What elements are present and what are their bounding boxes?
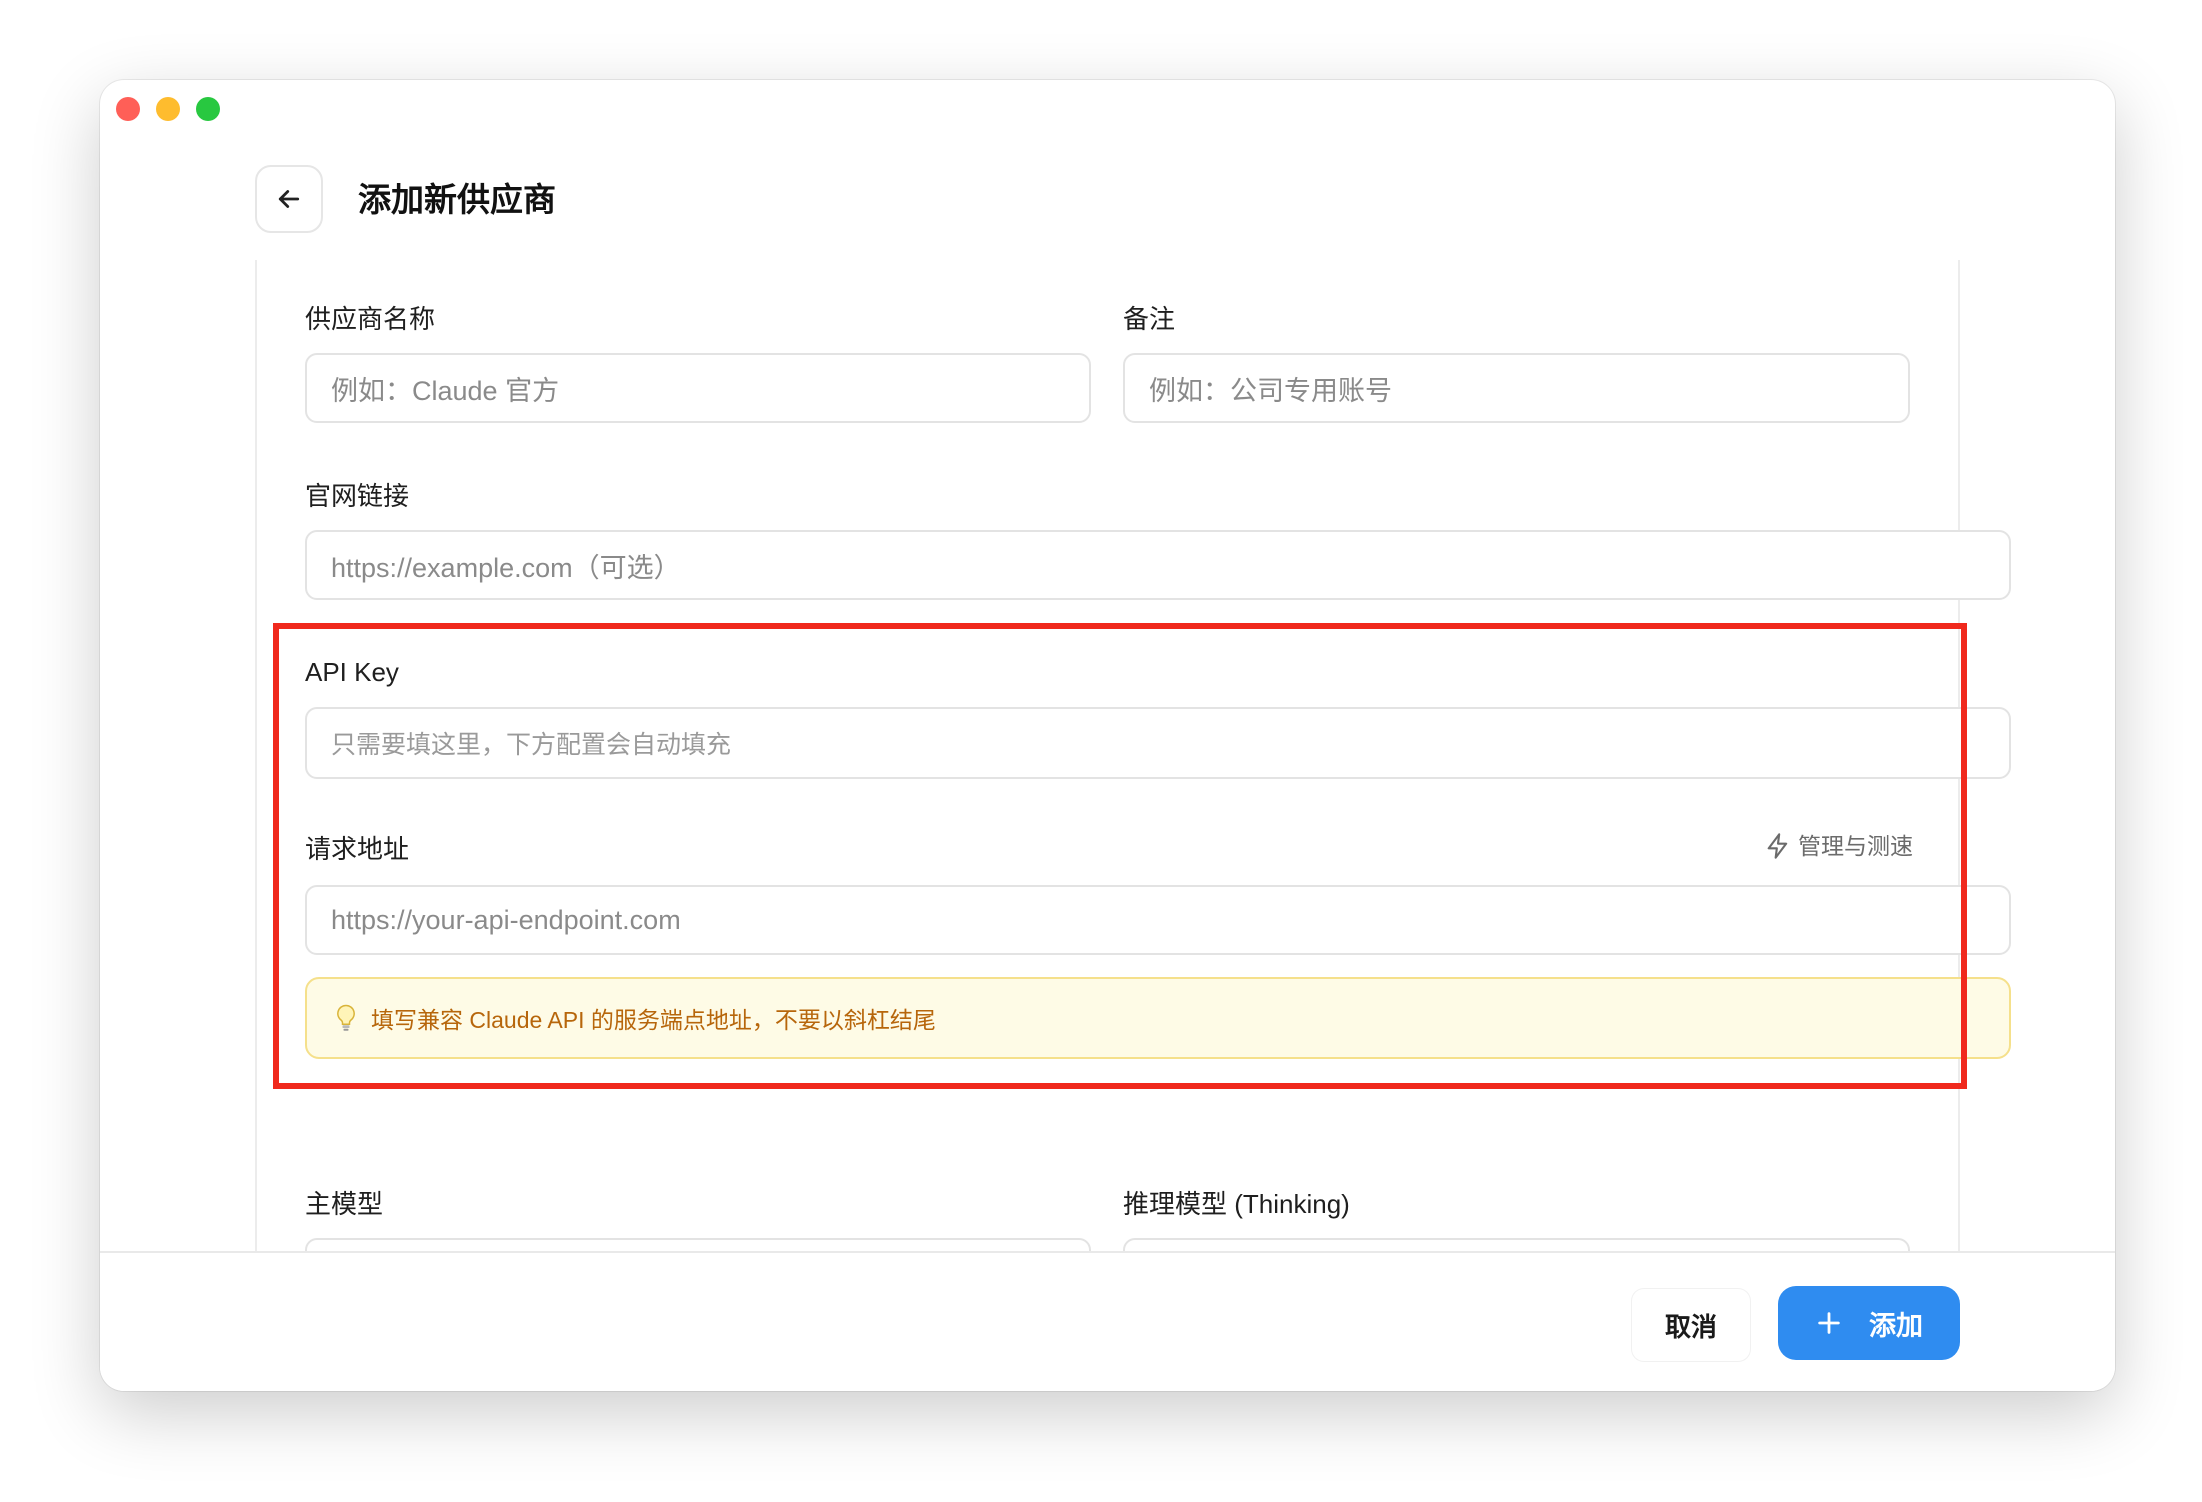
close-window-button[interactable] — [116, 97, 140, 121]
provider-name-input[interactable]: 例如：Claude 官方 — [305, 353, 1091, 423]
arrow-left-icon — [278, 190, 300, 208]
reasoning-model-label: 推理模型 (Thinking) — [1123, 1189, 1350, 1219]
provider-name-placeholder: 例如：Claude 官方 — [331, 375, 560, 406]
minimize-window-button[interactable] — [156, 97, 180, 121]
back-button[interactable] — [255, 165, 323, 233]
maximize-window-button[interactable] — [196, 97, 220, 121]
app-window: 添加新供应商 供应商名称 例如：Claude 官方 备注 例如：公司专用账号 官… — [100, 80, 2115, 1391]
page-title: 添加新供应商 — [358, 181, 556, 218]
notes-label: 备注 — [1123, 304, 1176, 334]
notes-placeholder: 例如：公司专用账号 — [1149, 375, 1392, 406]
provider-name-label: 供应商名称 — [305, 304, 436, 334]
add-button-label: 添加 — [1869, 1310, 1923, 1341]
website-input[interactable]: https://example.com（可选） — [305, 530, 2011, 600]
add-button[interactable]: 添加 — [1778, 1286, 1960, 1360]
website-placeholder: https://example.com（可选） — [331, 552, 681, 583]
plus-icon — [1818, 1312, 1840, 1334]
cancel-button[interactable]: 取消 — [1632, 1289, 1750, 1361]
window-controls — [116, 97, 220, 121]
notes-input[interactable]: 例如：公司专用账号 — [1123, 353, 1910, 423]
main-model-label: 主模型 — [305, 1189, 384, 1219]
footer-bar: 取消 添加 — [100, 1251, 2115, 1391]
highlight-box — [273, 623, 1967, 1089]
website-label: 官网链接 — [305, 481, 410, 511]
